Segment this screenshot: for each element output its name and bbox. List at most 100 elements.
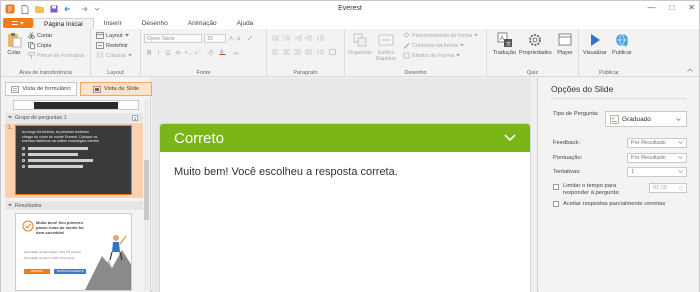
align-center-icon[interactable] [283, 49, 290, 55]
svg-text:S: S [176, 51, 180, 56]
increase-indent-icon[interactable] [305, 35, 312, 41]
slide-item[interactable]: Muito bem! Seu primeiro passo rumo ao mo… [5, 210, 143, 292]
strikethrough-icon[interactable]: S [175, 49, 182, 55]
vertical-align-icon[interactable] [329, 49, 336, 55]
paste-button[interactable]: Colar [6, 32, 22, 56]
time-limit-input[interactable]: 01:00 [649, 183, 687, 193]
font-size-select[interactable]: 15 [204, 34, 226, 43]
shape-fill-button[interactable]: Preenchimento de forma [403, 32, 479, 39]
graded-icon [610, 114, 619, 124]
layout-button[interactable]: Layout [96, 32, 129, 39]
tab-home[interactable]: Página Inicial [33, 18, 94, 29]
previous-slide-thumbnail[interactable] [13, 100, 139, 110]
drawing-group-label: Desenho [404, 70, 427, 76]
open-folder-icon[interactable] [35, 5, 44, 13]
format-painter-button[interactable]: Pincel de Formatos [28, 52, 84, 59]
customize-toolbar-icon[interactable] [94, 6, 100, 12]
undo-icon[interactable] [64, 5, 73, 13]
slide-list: Grupo de perguntas 1 1 1. Ao longo da hi… [5, 100, 143, 292]
numbering-icon[interactable] [283, 35, 290, 41]
font-color-icon[interactable]: A [219, 49, 226, 55]
save-icon[interactable] [50, 5, 58, 13]
chevron-down-icon[interactable] [504, 132, 516, 142]
slide-item-selected[interactable]: 1. Ao longo da história, as pessoas test… [5, 123, 143, 198]
collapse-ribbon-icon[interactable] [687, 68, 693, 72]
italic-icon[interactable]: I [156, 49, 163, 56]
canvas-scrollbar[interactable] [531, 78, 537, 292]
align-left-icon[interactable] [272, 49, 279, 55]
justify-icon[interactable] [305, 49, 312, 55]
scrollbar-thumb[interactable] [144, 160, 149, 220]
change-case-icon[interactable]: Aa [233, 49, 240, 56]
bold-icon[interactable]: B [146, 49, 153, 56]
clear-format-icon[interactable] [247, 35, 254, 41]
copy-button[interactable]: Cópia [28, 42, 51, 49]
question-type-select[interactable]: Graduado [605, 111, 687, 127]
check-badge-icon [22, 220, 34, 232]
preview-button[interactable]: Visualizar [583, 32, 607, 56]
form-view-button[interactable]: Vista de formulário [5, 82, 77, 96]
chevron-down-icon [459, 44, 464, 47]
new-file-icon[interactable] [21, 4, 29, 14]
score-select[interactable]: Por Resultado [627, 153, 687, 163]
partial-answers-label: Aceitar respostas parcialmente corretas [563, 201, 666, 207]
bullets-icon[interactable] [272, 35, 279, 41]
shape-effects-button[interactable]: Efeitos de Forma [403, 52, 460, 59]
translation-button[interactable]: A文 Tradução [493, 32, 516, 56]
text-direction-icon[interactable] [317, 49, 324, 55]
chevron-down-icon [124, 34, 129, 37]
gear-icon [529, 34, 542, 46]
tab-help[interactable]: Ajuda [227, 18, 264, 29]
underline-icon[interactable]: U [165, 49, 172, 55]
results-slide-thumbnail: Muito bem! Seu primeiro passo rumo ao mo… [15, 213, 132, 291]
reset-button[interactable]: Redefinir [96, 42, 128, 49]
slides-panel: Vista de formulário Vista de Slide Grupo… [1, 78, 152, 292]
superscript-icon[interactable]: x2 [195, 49, 202, 55]
shrink-font-icon[interactable]: A [237, 35, 244, 42]
properties-button[interactable]: Propriedades [519, 32, 552, 56]
play-icon [590, 34, 600, 46]
highlight-icon[interactable] [207, 49, 214, 55]
tab-animation[interactable]: Animação [178, 18, 227, 29]
chevron-down-icon [676, 118, 681, 121]
menu-icon [12, 21, 18, 25]
publish-button[interactable]: Publicar [612, 32, 632, 56]
globe-icon [615, 33, 628, 47]
chevron-down-icon [128, 54, 133, 57]
close-icon[interactable]: ✕ [688, 3, 695, 12]
partial-answers-checkbox[interactable] [553, 201, 559, 207]
player-button[interactable]: Player [557, 32, 573, 56]
minimize-icon[interactable]: — [647, 3, 655, 12]
font-name-select[interactable]: Open Sans [144, 34, 202, 43]
redo-icon[interactable] [79, 5, 88, 13]
quick-styles-icon [378, 34, 394, 46]
align-right-icon[interactable] [294, 49, 301, 55]
feedback-message: Muito bem! Você escolheu a resposta corr… [174, 166, 398, 178]
time-limit-checkbox[interactable] [553, 184, 559, 190]
decrease-indent-icon[interactable] [295, 35, 302, 41]
file-menu-button[interactable] [3, 18, 33, 28]
chevron-down-icon [8, 116, 12, 119]
slide-view-button[interactable]: Vista de Slide [80, 82, 152, 96]
arrange-button[interactable]: Organizar [348, 32, 372, 56]
feedback-select[interactable]: Por Resultado [627, 138, 687, 148]
cut-button[interactable]: Cortar [28, 32, 52, 39]
thumbnail-dot [22, 152, 25, 156]
feedback-header[interactable]: Correto [160, 124, 530, 152]
grow-font-icon[interactable]: A [229, 35, 236, 42]
question-group-header[interactable]: Grupo de perguntas 1 1 [5, 113, 143, 122]
line-spacing-icon[interactable] [317, 35, 324, 41]
title-bar: Everest — □ ✕ [1, 1, 699, 17]
quick-styles-button[interactable]: Estilos Rápidos [373, 32, 399, 62]
results-group-header[interactable]: Resultados [5, 201, 143, 210]
slide-list-scrollbar[interactable] [144, 100, 149, 290]
app-window: Everest — □ ✕ Página Inicial Inserir Des… [0, 0, 700, 292]
feedback-card[interactable]: Correto Muito bem! Você escolheu a respo… [159, 123, 531, 292]
tab-insert[interactable]: Inserir [94, 18, 132, 29]
tab-design[interactable]: Desenho [132, 18, 178, 29]
shape-outline-button[interactable]: Contorno da forma [403, 42, 464, 49]
attempts-select[interactable]: 1 [627, 167, 687, 177]
subscript-icon[interactable]: x2 [185, 49, 192, 55]
columns-button[interactable]: Colunas [96, 52, 133, 59]
maximize-icon[interactable]: □ [669, 3, 674, 12]
